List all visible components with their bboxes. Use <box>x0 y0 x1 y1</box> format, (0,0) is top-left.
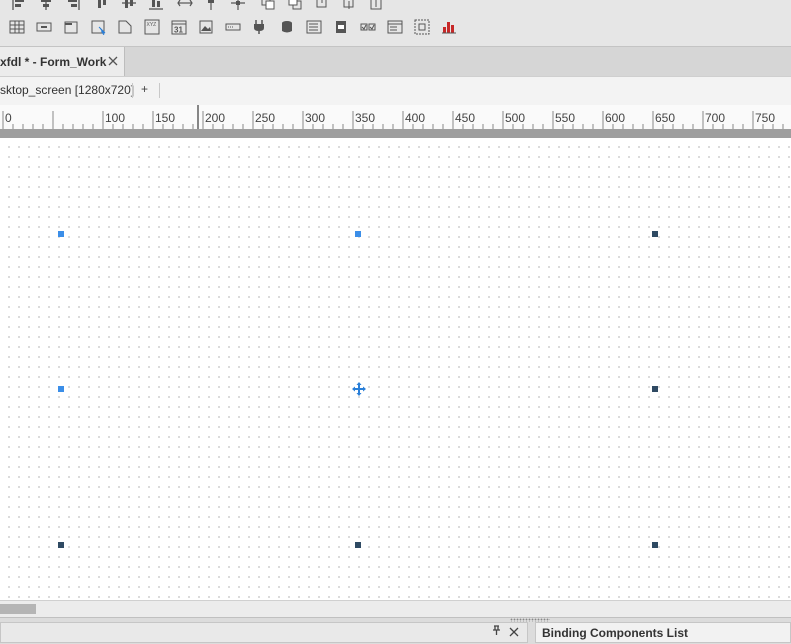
bring-front-icon[interactable] <box>259 0 277 12</box>
bottom-dock: Binding Components List <box>0 617 791 644</box>
grid-icon[interactable] <box>8 18 26 36</box>
toolbar-row-components: XYZ 31 <box>0 16 791 38</box>
align-left-icon[interactable] <box>10 0 28 12</box>
divider <box>132 83 133 98</box>
align-top-icon[interactable] <box>93 0 111 12</box>
resize-handle-bottom-center[interactable] <box>355 542 361 548</box>
align-right-icon[interactable] <box>64 0 82 12</box>
divider <box>159 83 160 98</box>
horizontal-ruler: 0 100 150 200 250 300 350 400 450 500 550 600 650 700… <box>0 105 791 130</box>
svg-text:XYZ: XYZ <box>147 22 157 28</box>
ruler-strip <box>0 129 791 138</box>
ruler-tick-label: 650 <box>655 111 675 125</box>
ruler-tick-label: 750 <box>755 111 775 125</box>
ruler-tick-label: 700 <box>705 111 725 125</box>
document-tab-label: xfdl * - Form_Work <box>0 55 107 69</box>
ruler-tick-label: 100 <box>105 111 125 125</box>
ruler-tick-label: 400 <box>405 111 425 125</box>
div-icon[interactable] <box>116 18 134 36</box>
document-tabbar: xfdl * - Form_Work <box>0 46 791 77</box>
ruler-tick-label: 350 <box>355 111 375 125</box>
resize-handle-middle-left[interactable] <box>58 386 64 392</box>
ruler-tick-label: 600 <box>605 111 625 125</box>
selection-icon[interactable] <box>413 18 431 36</box>
send-back-icon[interactable] <box>286 0 304 12</box>
dataset-icon[interactable] <box>278 18 296 36</box>
image-icon[interactable] <box>197 18 215 36</box>
close-icon[interactable] <box>509 626 519 640</box>
ruler-tick-label: 150 <box>155 111 175 125</box>
calendar-icon[interactable]: 31 <box>170 18 188 36</box>
add-screen-button[interactable]: + <box>141 82 148 96</box>
move-icon[interactable] <box>352 382 366 399</box>
send-backward-icon[interactable] <box>340 0 358 12</box>
pin-icon[interactable] <box>491 625 502 639</box>
distribute-vertical-icon[interactable] <box>202 0 220 12</box>
menu-icon[interactable] <box>386 18 404 36</box>
edit-icon[interactable] <box>224 18 242 36</box>
svg-text:31: 31 <box>174 26 183 35</box>
group-icon[interactable] <box>62 18 80 36</box>
bring-forward-icon[interactable] <box>313 0 331 12</box>
align-middle-icon[interactable] <box>120 0 138 12</box>
plugin-icon[interactable] <box>250 18 268 36</box>
ruler-tick-label: 450 <box>455 111 475 125</box>
toolbar-row-align <box>0 0 791 16</box>
resize-handle-bottom-right[interactable] <box>652 542 658 548</box>
design-canvas[interactable] <box>0 138 791 600</box>
ruler-tick-label: 0 <box>5 111 12 125</box>
binding-components-panel[interactable]: Binding Components List <box>535 622 791 643</box>
ruler-tick-label: 550 <box>555 111 575 125</box>
align-bottom-icon[interactable] <box>147 0 165 12</box>
resize-handle-top-right[interactable] <box>652 231 658 237</box>
resize-handle-bottom-left[interactable] <box>58 542 64 548</box>
resize-handle-middle-right[interactable] <box>652 386 658 392</box>
resize-handle-top-left[interactable] <box>58 231 64 237</box>
align-center-icon[interactable] <box>37 0 55 12</box>
ruler-tick-label: 200 <box>205 111 225 125</box>
panel-title: Binding Components List <box>542 626 688 640</box>
distribute-horizontal-icon[interactable] <box>176 0 194 12</box>
horizontal-scrollbar[interactable] <box>0 600 791 617</box>
scrollbar-thumb[interactable] <box>0 604 36 614</box>
ruler-tick-label: 250 <box>255 111 275 125</box>
listbox-icon[interactable] <box>305 18 323 36</box>
screen-tab-label[interactable]: sktop_screen [1280x720] <box>0 83 134 97</box>
toolbar: XYZ 31 <box>0 0 791 46</box>
move-up-icon[interactable] <box>367 0 385 12</box>
document-tab[interactable]: xfdl * - Form_Work <box>0 47 125 77</box>
screen-bar: sktop_screen [1280x720] + <box>0 76 791 106</box>
resize-handle-top-center[interactable] <box>355 231 361 237</box>
output-panel-header <box>0 622 528 643</box>
ruler-tick-label: 300 <box>305 111 325 125</box>
button-icon[interactable] <box>35 18 53 36</box>
static-text-icon[interactable]: XYZ <box>143 18 161 36</box>
checkbox-icon[interactable] <box>359 18 377 36</box>
ruler-scale: 0 100 150 200 250 300 350 400 450 500 550 600 650 700… <box>2 105 784 129</box>
combo-icon[interactable] <box>90 18 108 36</box>
distribute-both-icon[interactable] <box>229 0 247 12</box>
ruler-tick-label: 500 <box>505 111 525 125</box>
chart-icon[interactable] <box>440 18 458 36</box>
close-icon[interactable] <box>107 55 119 67</box>
spin-icon[interactable] <box>332 18 350 36</box>
